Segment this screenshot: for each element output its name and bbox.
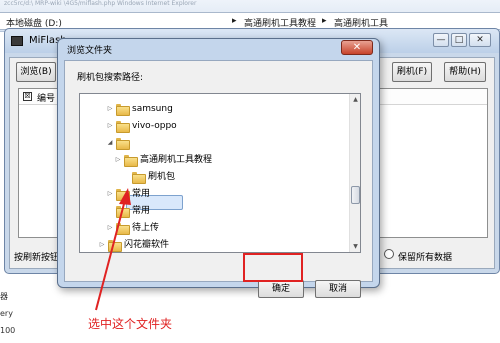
annotation-arrow-icon: [95, 188, 131, 311]
annotation-text: 选中这个文件夹: [88, 317, 173, 331]
